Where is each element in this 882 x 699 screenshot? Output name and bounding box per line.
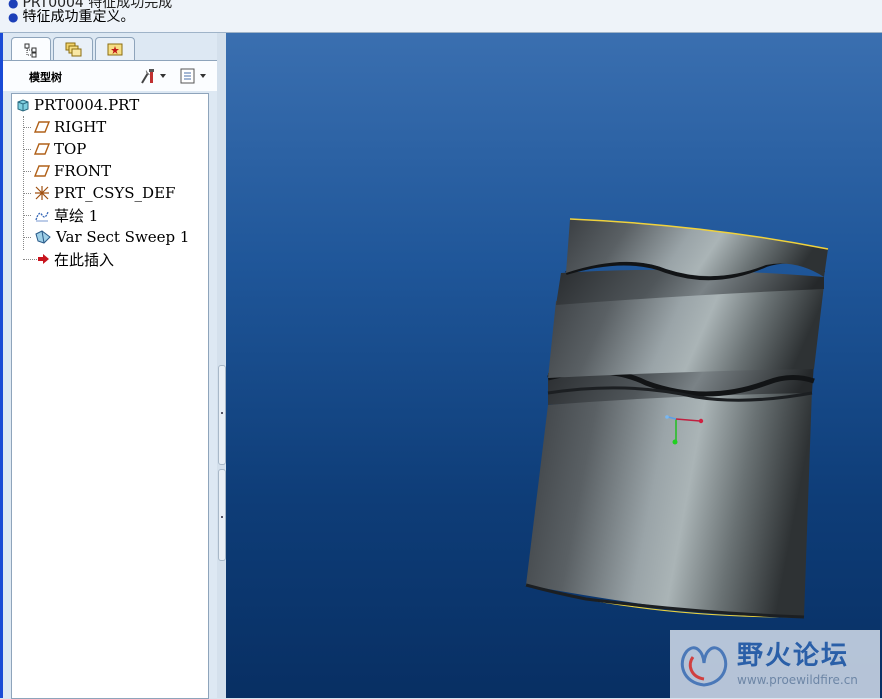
- panel-splitter[interactable]: [217, 33, 226, 698]
- datum-plane-icon: [34, 121, 50, 133]
- part-icon: [17, 99, 29, 112]
- message-bullet-icon: ●: [8, 10, 19, 24]
- list-view-icon: [180, 68, 195, 84]
- watermark-logo: 野火论坛 www.proewildfire.cn: [670, 630, 880, 698]
- chevron-down-icon: [160, 74, 166, 78]
- tree-item-right[interactable]: RIGHT: [34, 117, 106, 137]
- tree-item-sweep[interactable]: Var Sect Sweep 1: [34, 227, 189, 247]
- datum-plane-icon: [34, 165, 50, 177]
- tree-item-sketch[interactable]: 草绘 1: [34, 205, 98, 225]
- sash-handle-lower[interactable]: [218, 469, 226, 561]
- message-text: 特征成功重定义。: [22, 9, 135, 25]
- datum-plane-icon: [34, 143, 50, 155]
- sash-handle-upper[interactable]: [218, 365, 226, 465]
- message-area: ● PRT0004 特征成功完成 ● 特征成功重定义。: [0, 0, 882, 33]
- butterfly-logo-icon: [680, 646, 728, 687]
- tree-item-csys[interactable]: PRT_CSYS_DEF: [34, 183, 175, 203]
- sweep-icon: [35, 230, 51, 244]
- model-tree-title: 模型树: [29, 71, 62, 84]
- 3d-model-cylinder[interactable]: [226, 33, 882, 698]
- model-tree-icon: [24, 43, 37, 57]
- tab-favorites[interactable]: [95, 37, 135, 60]
- tree-item-top[interactable]: TOP: [34, 139, 86, 159]
- sketch-icon: [35, 211, 49, 222]
- tab-model-tree[interactable]: [11, 37, 51, 61]
- body-upper: [566, 219, 828, 277]
- chevron-down-icon: [200, 74, 206, 78]
- watermark-title: 野火论坛: [737, 641, 850, 671]
- tree-settings-button[interactable]: [139, 67, 166, 85]
- tree-item-front[interactable]: FRONT: [34, 161, 111, 181]
- tab-folder-browser[interactable]: [53, 37, 93, 60]
- body-lower: [526, 389, 812, 618]
- graphics-viewport[interactable]: [226, 33, 882, 698]
- settings-tools-icon: [141, 69, 154, 84]
- message-line: ● 特征成功重定义。: [8, 6, 134, 26]
- show-button[interactable]: [179, 67, 206, 85]
- insert-here-arrow-icon: [38, 254, 49, 264]
- model-tree-header: 模型树: [3, 60, 217, 91]
- tree-item-label: PRT0004.PRT: [34, 96, 140, 114]
- navigator-panel: 模型树 PRT0004.PRT RIGHT TOP FRONT PRT_CSYS…: [0, 33, 217, 699]
- window-edge: [0, 33, 3, 698]
- folder-browser-icon: [65, 42, 82, 57]
- csys-icon: [35, 186, 49, 200]
- tree-item-insert-here[interactable]: 在此插入: [36, 249, 114, 269]
- watermark-url: www.proewildfire.cn: [737, 673, 858, 687]
- tree-item-root[interactable]: PRT0004.PRT: [16, 95, 139, 115]
- favorites-icon: [107, 43, 123, 56]
- model-tree: PRT0004.PRT RIGHT TOP FRONT PRT_CSYS_DEF…: [11, 93, 209, 699]
